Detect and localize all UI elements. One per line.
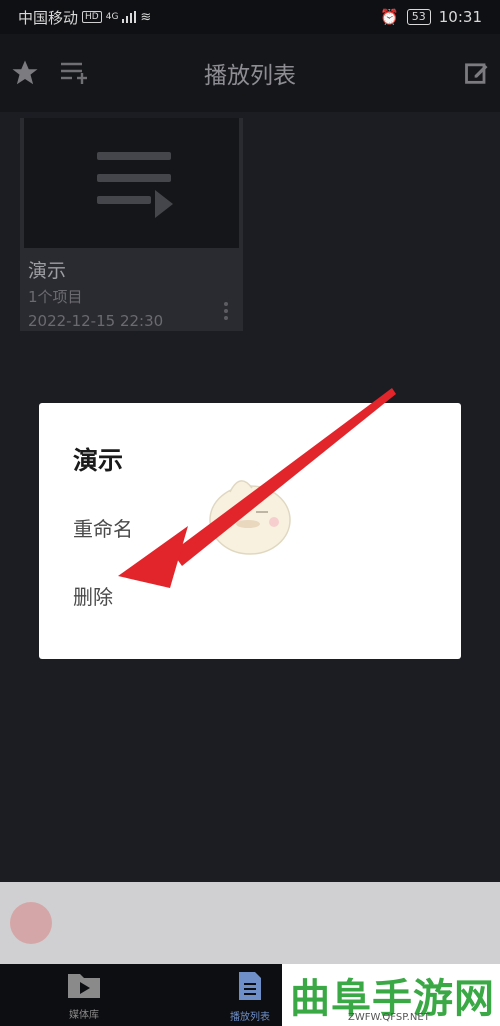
dialog-title: 演示 bbox=[73, 446, 124, 475]
clock: 10:31 bbox=[438, 8, 482, 26]
status-bar: 中国移动 HD 4G ≋ ⏰ 53 10:31 bbox=[0, 0, 500, 34]
rename-option[interactable]: 重命名 bbox=[73, 513, 133, 542]
playlist-count: 1个项目 bbox=[28, 288, 83, 306]
battery-indicator: 53 bbox=[406, 9, 431, 25]
playlist-name: 演示 bbox=[28, 260, 67, 282]
mascot-watermark-icon bbox=[209, 480, 291, 555]
app-header: 播放列表 bbox=[0, 34, 500, 112]
more-options-icon[interactable] bbox=[219, 300, 233, 322]
wifi-icon: ≋ bbox=[140, 9, 152, 25]
watermark-url: ZWFW.QFSP.NET bbox=[348, 1012, 430, 1023]
folder-play-icon bbox=[68, 974, 100, 998]
alarm-icon: ⏰ bbox=[380, 8, 399, 26]
nav-playlist[interactable]: 播放列表 bbox=[210, 970, 290, 1023]
network-label: 4G bbox=[105, 12, 119, 22]
document-icon bbox=[239, 972, 261, 1000]
hd-badge: HD bbox=[82, 11, 102, 23]
edit-icon[interactable] bbox=[460, 58, 494, 88]
playlist-card[interactable]: 演示 1个项目 2022-12-15 22:30 bbox=[20, 118, 243, 331]
mini-player[interactable] bbox=[0, 882, 500, 964]
playlist-icon bbox=[97, 152, 173, 218]
nav-media-library[interactable]: 媒体库 bbox=[44, 970, 124, 1021]
player-thumbnail bbox=[10, 902, 52, 944]
playlist-thumbnail bbox=[24, 118, 239, 248]
site-watermark: 曲阜手游网 ZWFW.QFSP.NET bbox=[282, 964, 500, 1026]
nav-playlist-label: 播放列表 bbox=[230, 1012, 270, 1023]
playlist-date: 2022-12-15 22:30 bbox=[28, 312, 164, 330]
signal-icon bbox=[122, 11, 137, 23]
page-title: 播放列表 bbox=[204, 63, 296, 89]
nav-media-label: 媒体库 bbox=[69, 1010, 99, 1021]
carrier-label: 中国移动 bbox=[18, 8, 79, 27]
delete-option[interactable]: 删除 bbox=[73, 581, 113, 610]
